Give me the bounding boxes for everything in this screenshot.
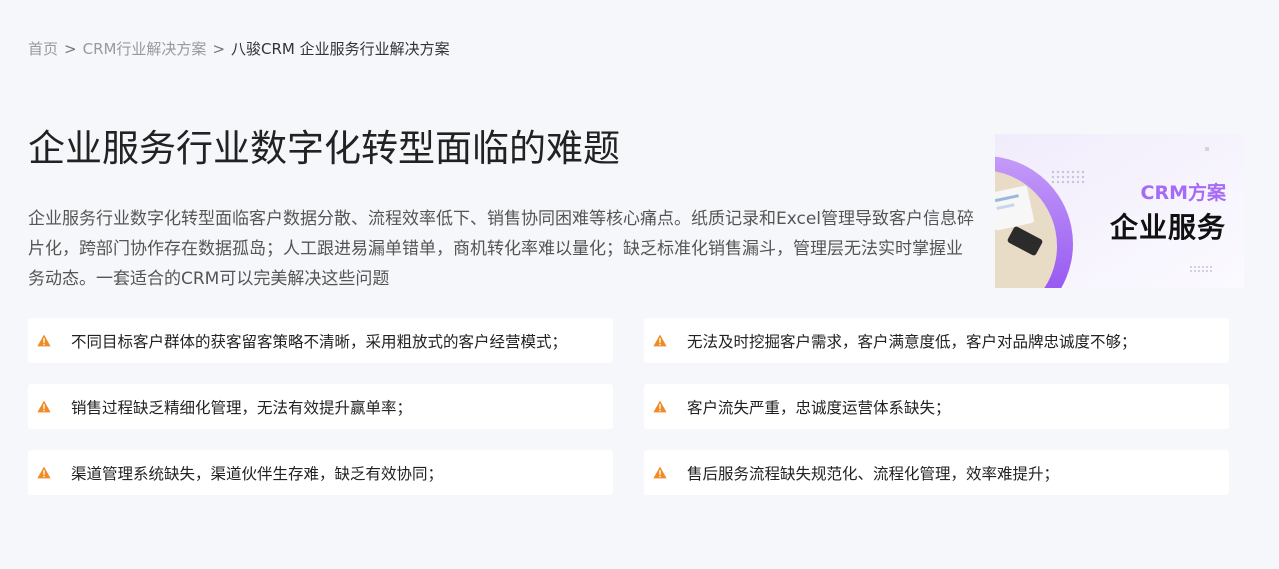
warning-icon <box>37 334 51 347</box>
problem-text: 无法及时挖掘客户需求，客户满意度低，客户对品牌忠诚度不够； <box>687 332 1137 351</box>
breadcrumb-separator: > <box>64 40 77 58</box>
problem-card: 客户流失严重，忠诚度运营体系缺失； <box>644 384 1229 429</box>
problem-text: 渠道管理系统缺失，渠道伙伴生存难，缺乏有效协同； <box>71 464 444 483</box>
problem-card: 无法及时挖掘客户需求，客户满意度低，客户对品牌忠诚度不够； <box>644 318 1229 363</box>
breadcrumb: 首页 > CRM行业解决方案 > 八骏CRM 企业服务行业解决方案 <box>28 39 450 59</box>
page: 首页 > CRM行业解决方案 > 八骏CRM 企业服务行业解决方案 企业服务行业… <box>0 0 1279 569</box>
page-title: 企业服务行业数字化转型面临的难题 <box>28 127 620 170</box>
warning-icon <box>653 466 667 479</box>
warning-icon <box>37 466 51 479</box>
breadcrumb-current: 八骏CRM 企业服务行业解决方案 <box>231 40 450 58</box>
breadcrumb-category-link[interactable]: CRM行业解决方案 <box>83 39 207 59</box>
warning-icon <box>653 334 667 347</box>
banner-subtitle: CRM方案 <box>1140 182 1226 204</box>
problem-card: 渠道管理系统缺失，渠道伙伴生存难，缺乏有效协同； <box>28 450 613 495</box>
page-description: 企业服务行业数字化转型面临客户数据分散、流程效率低下、销售协同困难等核心痛点。纸… <box>28 209 975 289</box>
problem-list: 不同目标客户群体的获客留客策略不清晰，采用粗放式的客户经营模式； 无法及时挖掘客… <box>28 318 1229 495</box>
problem-card: 销售过程缺乏精细化管理，无法有效提升赢单率； <box>28 384 613 429</box>
solution-banner: CRM方案 企业服务 <box>995 134 1244 288</box>
problem-text: 客户流失严重，忠诚度运营体系缺失； <box>687 398 951 417</box>
problem-text: 不同目标客户群体的获客留客策略不清晰，采用粗放式的客户经营模式； <box>71 332 568 351</box>
breadcrumb-separator: > <box>212 40 226 58</box>
problem-text: 售后服务流程缺失规范化、流程化管理，效率难提升； <box>687 464 1060 483</box>
breadcrumb-home-link[interactable]: 首页 <box>28 39 58 59</box>
warning-icon <box>37 400 51 413</box>
problem-card: 不同目标客户群体的获客留客策略不清晰，采用粗放式的客户经营模式； <box>28 318 613 363</box>
problem-text: 销售过程缺乏精细化管理，无法有效提升赢单率； <box>71 398 413 417</box>
warning-icon <box>653 400 667 413</box>
banner-title: 企业服务 <box>1109 211 1226 244</box>
problem-card: 售后服务流程缺失规范化、流程化管理，效率难提升； <box>644 450 1229 495</box>
